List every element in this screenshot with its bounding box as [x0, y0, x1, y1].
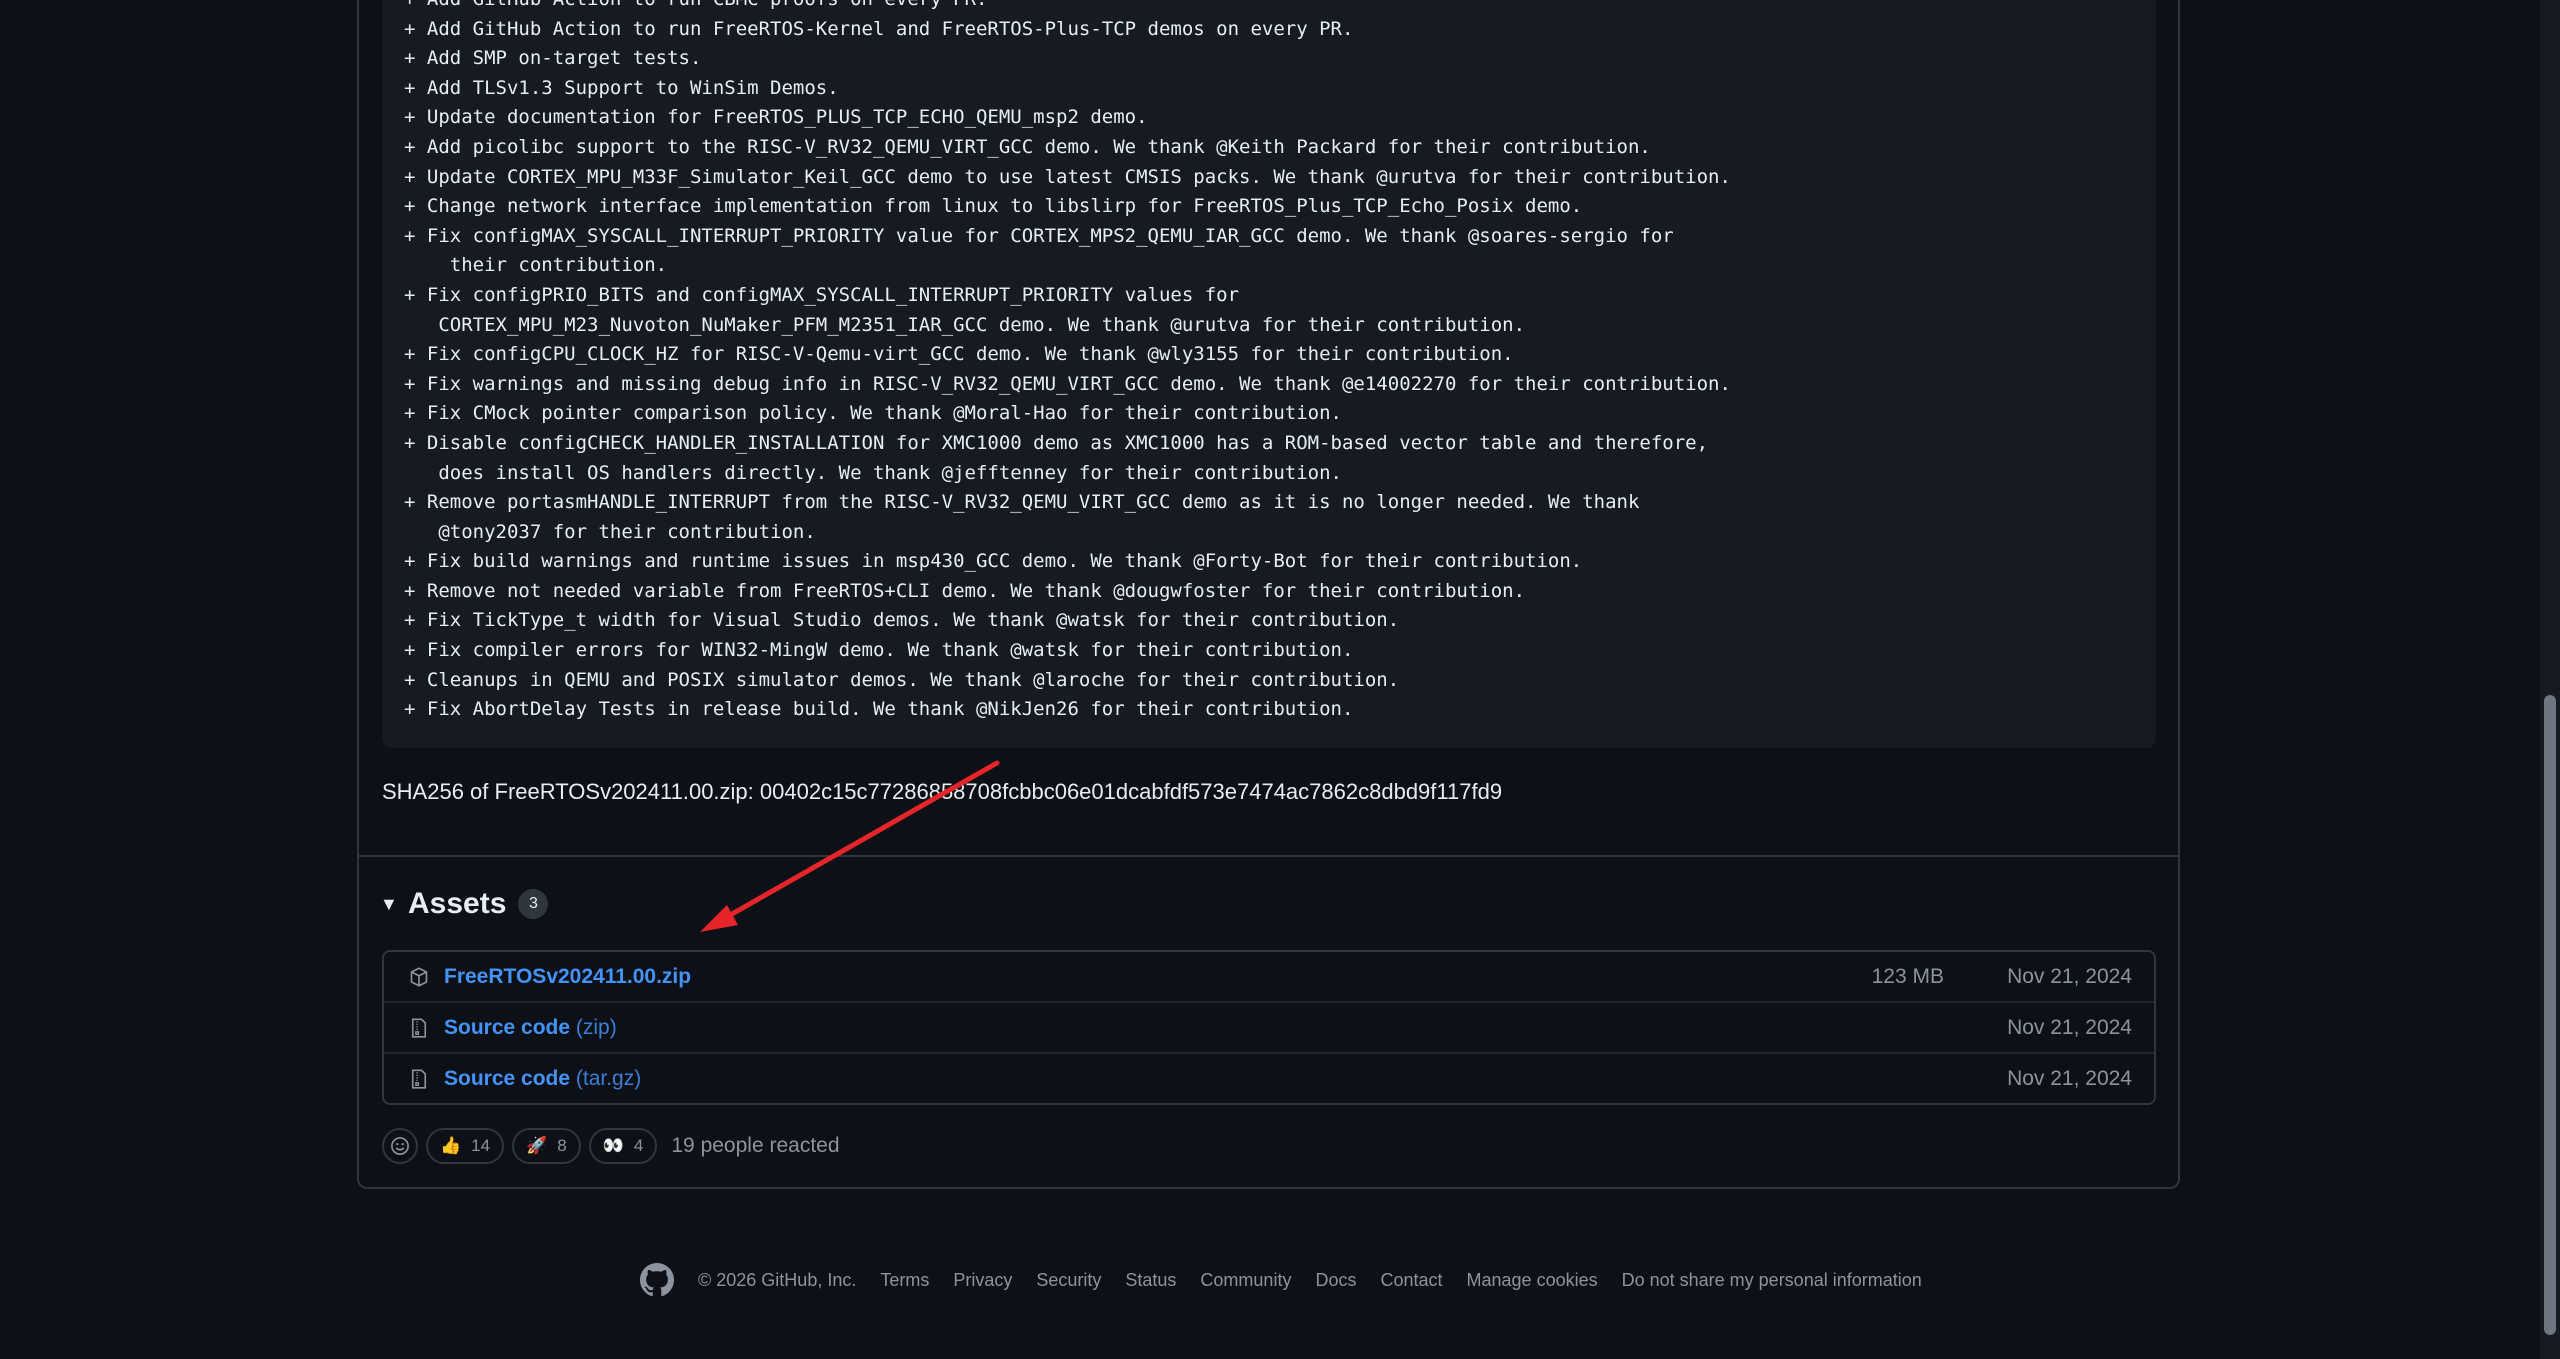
footer-link-manage-cookies[interactable]: Manage cookies [1467, 1270, 1598, 1291]
release-note-line: + Add SMP on-target tests. [404, 47, 702, 70]
asset-date: Nov 21, 2024 [2007, 1066, 2132, 1090]
release-note-line: + Disable configCHECK_HANDLER_INSTALLATI… [404, 431, 1709, 454]
page-scrollbar[interactable] [2540, 0, 2560, 1359]
rocket-icon: 🚀 [526, 1136, 548, 1155]
asset-download-link[interactable]: Source code (tar.gz) [444, 1067, 641, 1091]
reaction-count: 4 [633, 1136, 644, 1155]
reaction-rocket[interactable]: 🚀 8 [512, 1128, 581, 1164]
release-note-line: + Fix build warnings and runtime issues … [404, 550, 1583, 573]
release-note-line: + Fix configPRIO_BITS and configMAX_SYSC… [404, 283, 1240, 306]
release-notes-lines: + Add GitHub Action to run CBMC proofs o… [404, 0, 1731, 725]
site-footer: © 2026 GitHub, Inc. Terms Privacy Securi… [640, 1262, 1922, 1298]
asset-date: Nov 21, 2024 [2007, 964, 2132, 988]
release-note-line: + Fix configMAX_SYSCALL_INTERRUPT_PRIORI… [404, 224, 1674, 247]
smiley-icon [391, 1137, 409, 1155]
add-reaction-button[interactable] [382, 1128, 418, 1164]
release-note-line: @tony2037 for their contribution. [404, 520, 816, 543]
release-note-line: + Fix TickType_t width for Visual Studio… [404, 609, 1400, 632]
footer-link-do-not-share[interactable]: Do not share my personal information [1622, 1270, 1922, 1291]
footer-copyright: © 2026 GitHub, Inc. [698, 1269, 857, 1290]
footer-link-status[interactable]: Status [1125, 1270, 1176, 1291]
release-note-line: + Fix CMock pointer comparison policy. W… [404, 402, 1342, 425]
assets-count-badge: 3 [518, 889, 549, 919]
release-note-line: + Update CORTEX_MPU_M33F_Simulator_Keil_… [404, 165, 1731, 188]
asset-download-link[interactable]: FreeRTOSv202411.00.zip [444, 965, 691, 989]
asset-row: Source code (tar.gz) Nov 21, 2024 [384, 1052, 2154, 1103]
release-note-line: + Cleanups in QEMU and POSIX simulator d… [404, 668, 1400, 691]
reaction-count: 8 [557, 1136, 567, 1155]
file-zip-icon [408, 1068, 430, 1090]
release-note-line: + Add GitHub Action to run CBMC proofs o… [404, 0, 1731, 15]
release-note-line: CORTEX_MPU_M23_Nuvoton_NuMaker_PFM_M2351… [404, 313, 1526, 336]
footer-link-contact[interactable]: Contact [1380, 1270, 1442, 1291]
asset-row: Source code (zip) Nov 21, 2024 [384, 1001, 2154, 1052]
package-icon [408, 966, 430, 988]
release-note-line: + Fix compiler errors for WIN32-MingW de… [404, 639, 1354, 662]
release-note-line: their contribution. [404, 254, 668, 277]
scrollbar-thumb[interactable] [2544, 695, 2556, 1335]
assets-title: Assets [408, 887, 507, 920]
release-note-line: + Update documentation for FreeRTOS_PLUS… [404, 106, 1148, 129]
footer-link-terms[interactable]: Terms [880, 1270, 929, 1291]
reactions-summary[interactable]: 19 people reacted [671, 1134, 839, 1158]
release-note-line: + Remove not needed variable from FreeRT… [404, 579, 1526, 602]
footer-link-community[interactable]: Community [1200, 1270, 1291, 1291]
reaction-thumbs-up[interactable]: 👍 14 [426, 1128, 505, 1164]
footer-link-security[interactable]: Security [1036, 1270, 1101, 1291]
triangle-down-icon: ▼ [380, 893, 398, 914]
reaction-eyes[interactable]: 👀 4 [588, 1128, 658, 1164]
assets-toggle[interactable]: ▼ Assets 3 [380, 884, 549, 924]
asset-row: FreeRTOSv202411.00.zip 123 MB Nov 21, 20… [384, 952, 2154, 1001]
github-logo-icon[interactable] [640, 1263, 674, 1297]
release-note-line: + Fix AbortDelay Tests in release build.… [404, 698, 1354, 721]
release-note-line: + Fix configCPU_CLOCK_HZ for RISC-V-Qemu… [404, 343, 1514, 366]
section-divider [359, 855, 2178, 857]
reaction-count: 14 [471, 1136, 491, 1155]
reactions-bar: 👍 14 🚀 8 👀 4 19 people reacted [382, 1128, 840, 1164]
asset-date: Nov 21, 2024 [2007, 1015, 2132, 1039]
release-note-line: does install OS handlers directly. We th… [404, 461, 1342, 484]
release-note-line: + Change network interface implementatio… [404, 195, 1583, 218]
file-zip-icon [408, 1017, 430, 1039]
asset-size: 123 MB [1871, 964, 1944, 988]
release-note-line: + Fix warnings and missing debug info in… [404, 372, 1731, 395]
release-note-line: + Add TLSv1.3 Support to WinSim Demos. [404, 76, 839, 99]
sha256-text: SHA256 of FreeRTOSv202411.00.zip: 00402c… [382, 779, 1503, 804]
release-note-line: + Remove portasmHANDLE_INTERRUPT from th… [404, 491, 1640, 514]
thumbs-up-icon: 👍 [440, 1136, 462, 1155]
asset-download-link[interactable]: Source code (zip) [444, 1016, 617, 1040]
footer-link-privacy[interactable]: Privacy [953, 1270, 1012, 1291]
release-note-line: + Add GitHub Action to run FreeRTOS-Kern… [404, 17, 1354, 40]
eyes-icon: 👀 [602, 1136, 624, 1155]
assets-list: FreeRTOSv202411.00.zip 123 MB Nov 21, 20… [382, 950, 2156, 1105]
release-note-line: + Add picolibc support to the RISC-V_RV3… [404, 135, 1651, 158]
footer-link-docs[interactable]: Docs [1315, 1270, 1356, 1291]
